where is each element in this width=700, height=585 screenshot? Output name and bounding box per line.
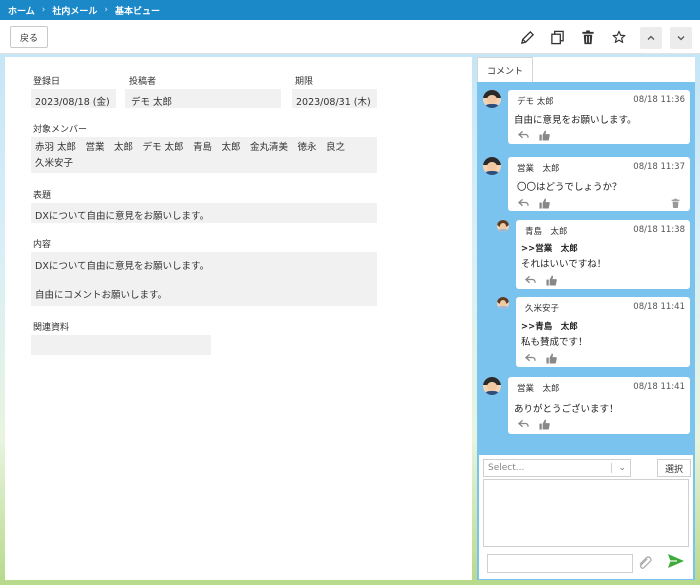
- reply-icon[interactable]: [524, 352, 536, 364]
- comment-date: 08/18 11:41: [633, 302, 685, 312]
- delete-comment-icon[interactable]: [669, 197, 681, 209]
- comment-text: それはいいですね！: [521, 259, 607, 270]
- deadline-value: 2023/08/31 (木): [292, 89, 377, 108]
- comment-textarea[interactable]: [483, 479, 689, 547]
- attachment-input[interactable]: [487, 554, 633, 573]
- comment-card: 営業 太郎 08/18 11:41 ありがとうございます！: [508, 377, 690, 434]
- detail-panel: 登録日 2023/08/18 (金) 投稿者 デモ 太郎 期限 2023/08/…: [5, 57, 472, 580]
- toolbar: 戻る: [0, 20, 700, 54]
- members-value: 赤羽 太郎 営業 太郎 デモ 太郎 青島 太郎 金丸清美 徳永 良之 久米安子: [31, 137, 377, 173]
- avatar: [483, 157, 501, 175]
- comment-author: デモ 太郎: [517, 97, 554, 107]
- content-line-1: DXについて自由に意見をお願いします。: [35, 261, 210, 272]
- reply-icon[interactable]: [524, 274, 536, 286]
- trash-icon[interactable]: [579, 28, 597, 46]
- subject-value: DXについて自由に意見をお願いします。: [31, 203, 377, 223]
- comment-date: 08/18 11:41: [633, 382, 685, 392]
- content-value: DXについて自由に意見をお願いします。 自由にコメントお願いします。: [31, 252, 377, 306]
- comment-date: 08/18 11:37: [633, 162, 685, 172]
- chevron-up-icon: [647, 35, 655, 40]
- members-label: 対象メンバー: [33, 125, 88, 135]
- send-icon[interactable]: [667, 553, 687, 571]
- avatar: [483, 377, 501, 395]
- members-line-2: 久米安子: [35, 158, 74, 169]
- comment-card: 営業 太郎 08/18 11:37 〇〇はどうでしょうか？: [508, 157, 690, 211]
- tab-comments[interactable]: コメント: [477, 57, 533, 82]
- comment-card: 青島 太郎 08/18 11:38 >>営業 太郎 それはいいですね！: [516, 220, 690, 289]
- registered-date-value: 2023/08/18 (金): [31, 89, 116, 108]
- like-icon[interactable]: [538, 197, 550, 209]
- star-icon[interactable]: [610, 28, 628, 46]
- like-icon[interactable]: [545, 274, 557, 286]
- reply-icon[interactable]: [517, 129, 529, 141]
- comment-quote: >>青島 太郎: [521, 322, 578, 332]
- previous-button[interactable]: [640, 27, 662, 49]
- select-divider: [611, 463, 612, 473]
- chevron-down-icon: ⌄: [618, 463, 626, 473]
- comment-text: 自由に意見をお願いします。: [514, 115, 637, 126]
- poster-label: 投稿者: [129, 77, 157, 87]
- like-icon[interactable]: [538, 129, 550, 141]
- edit-icon[interactable]: [518, 28, 536, 46]
- comment-author: 営業 太郎: [517, 164, 560, 174]
- like-icon[interactable]: [538, 418, 550, 430]
- poster-value: デモ 太郎: [125, 89, 281, 108]
- breadcrumb-mail[interactable]: 社内メール: [52, 4, 97, 17]
- comment-text: 〇〇はどうでしょうか？: [517, 182, 622, 193]
- reply-icon[interactable]: [517, 418, 529, 430]
- breadcrumb-current: 基本ビュー: [114, 6, 160, 17]
- choose-button[interactable]: 選択: [657, 459, 691, 477]
- paperclip-icon[interactable]: [637, 556, 653, 570]
- like-icon[interactable]: [545, 352, 557, 364]
- recipient-select-placeholder: Select...: [488, 463, 525, 473]
- copy-icon[interactable]: [548, 28, 566, 46]
- comment-date: 08/18 11:38: [633, 225, 685, 235]
- breadcrumb: ホーム › 社内メール › 基本ビュー: [0, 0, 700, 20]
- breadcrumb-separator: ›: [41, 5, 46, 15]
- breadcrumb-separator: ›: [104, 5, 108, 15]
- next-button[interactable]: [670, 27, 692, 49]
- registered-date-label: 登録日: [33, 77, 61, 87]
- comment-quote: >>営業 太郎: [521, 244, 578, 254]
- breadcrumb-home[interactable]: ホーム: [8, 4, 35, 17]
- avatar: [497, 297, 509, 309]
- comment-author: 久米安子: [525, 304, 560, 314]
- comment-card: 久米安子 08/18 11:41 >>青島 太郎 私も賛成です！: [516, 297, 690, 367]
- comment-author: 営業 太郎: [517, 384, 560, 394]
- comment-card: デモ 太郎 08/18 11:36 自由に意見をお願いします。: [508, 90, 690, 144]
- deadline-label: 期限: [295, 77, 314, 87]
- comment-date: 08/18 11:36: [633, 95, 685, 105]
- content-label: 内容: [33, 240, 52, 250]
- content-line-2: 自由にコメントお願いします。: [35, 290, 168, 301]
- members-line-1: 赤羽 太郎 営業 太郎 デモ 太郎 青島 太郎 金丸清美 徳永 良之: [35, 142, 346, 153]
- comment-compose: Select... ⌄ 選択: [479, 455, 693, 579]
- comment-text: 私も賛成です！: [521, 337, 588, 348]
- chevron-down-icon: [677, 36, 685, 41]
- comment-text: ありがとうございます！: [514, 404, 619, 415]
- attachments-value: [31, 335, 211, 355]
- subject-label: 表題: [33, 191, 52, 201]
- reply-icon[interactable]: [517, 197, 529, 209]
- tab-strip: [533, 57, 695, 82]
- back-button[interactable]: 戻る: [10, 26, 48, 48]
- comment-author: 青島 太郎: [525, 227, 568, 237]
- avatar: [483, 90, 501, 108]
- avatar: [497, 220, 509, 232]
- attachments-label: 関連資料: [33, 323, 70, 333]
- recipient-select[interactable]: Select... ⌄: [483, 459, 631, 477]
